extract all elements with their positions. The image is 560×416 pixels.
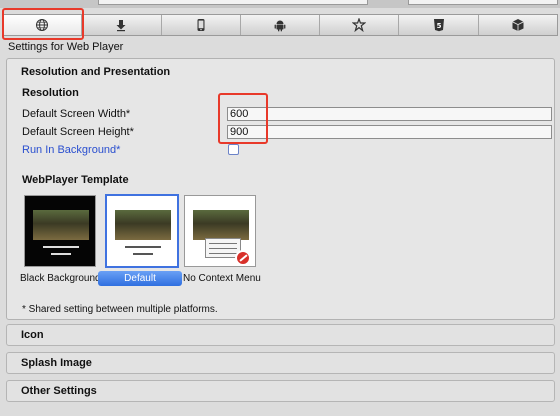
template-preview-image <box>33 210 89 240</box>
tab-webgl[interactable]: 5 <box>399 15 479 35</box>
highlight-web-tab <box>2 8 84 40</box>
run-in-background-label[interactable]: Run In Background* <box>22 144 120 156</box>
shared-setting-note: * Shared setting between multiple platfo… <box>22 304 218 315</box>
webplayer-template-heading: WebPlayer Template <box>22 174 129 186</box>
section-icon-label: Icon <box>21 329 44 341</box>
top-field-left[interactable] <box>98 0 368 5</box>
screen-height-field[interactable]: 900 <box>227 125 552 139</box>
section-other-settings[interactable]: Other Settings <box>6 380 555 402</box>
panel-title[interactable]: Resolution and Presentation <box>21 66 170 78</box>
tab-ios[interactable] <box>162 15 241 35</box>
resolution-heading: Resolution <box>22 87 79 99</box>
template-preview-image <box>193 210 249 240</box>
tab-other-platform[interactable] <box>479 15 557 35</box>
highlight-resolution-values <box>218 93 268 144</box>
section-icon[interactable]: Icon <box>6 324 555 346</box>
section-splash-label: Splash Image <box>21 357 92 369</box>
phone-icon <box>197 19 205 31</box>
template-label-no-context: No Context Menu <box>183 273 261 284</box>
package-icon <box>512 19 524 31</box>
top-toolbar-strip <box>0 0 560 8</box>
template-preview-image <box>115 210 171 240</box>
no-sign-icon <box>235 250 251 266</box>
section-splash-image[interactable]: Splash Image <box>6 352 555 374</box>
template-black-background[interactable] <box>24 195 96 267</box>
run-in-background-checkbox[interactable] <box>228 144 239 155</box>
blackberry-icon <box>352 18 367 32</box>
svg-text:5: 5 <box>436 22 441 30</box>
screen-height-label: Default Screen Height* <box>22 126 134 138</box>
screen-width-label: Default Screen Width* <box>22 108 131 120</box>
tab-blackberry[interactable] <box>320 15 400 35</box>
platform-tab-bar: 5 <box>2 14 558 36</box>
template-default[interactable] <box>105 194 179 268</box>
top-field-right[interactable] <box>408 0 558 5</box>
download-icon <box>116 20 126 32</box>
settings-for-label: Settings for Web Player <box>8 41 124 53</box>
android-icon <box>274 20 286 32</box>
html5-icon: 5 <box>433 19 444 32</box>
screen-width-field[interactable]: 600 <box>227 107 552 121</box>
template-label-default: Default <box>98 271 182 286</box>
template-label-black: Black Background <box>20 273 101 284</box>
tab-standalone[interactable] <box>82 15 162 35</box>
tab-android[interactable] <box>241 15 321 35</box>
section-other-label: Other Settings <box>21 385 97 397</box>
template-no-context-menu[interactable] <box>184 195 256 267</box>
